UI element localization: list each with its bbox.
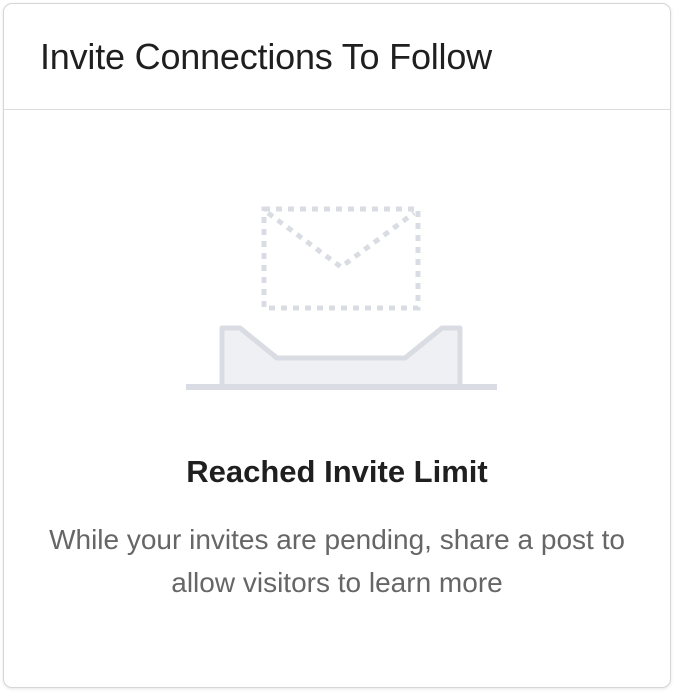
card-title: Invite Connections To Follow (40, 35, 492, 77)
invite-connections-card: Invite Connections To Follow Reached Inv… (3, 3, 671, 688)
empty-state-heading: Reached Invite Limit (186, 454, 488, 489)
card-header: Invite Connections To Follow (4, 4, 670, 110)
envelope-into-tray-icon (186, 206, 497, 390)
empty-state-message: While your invites are pending, share a … (49, 524, 625, 598)
